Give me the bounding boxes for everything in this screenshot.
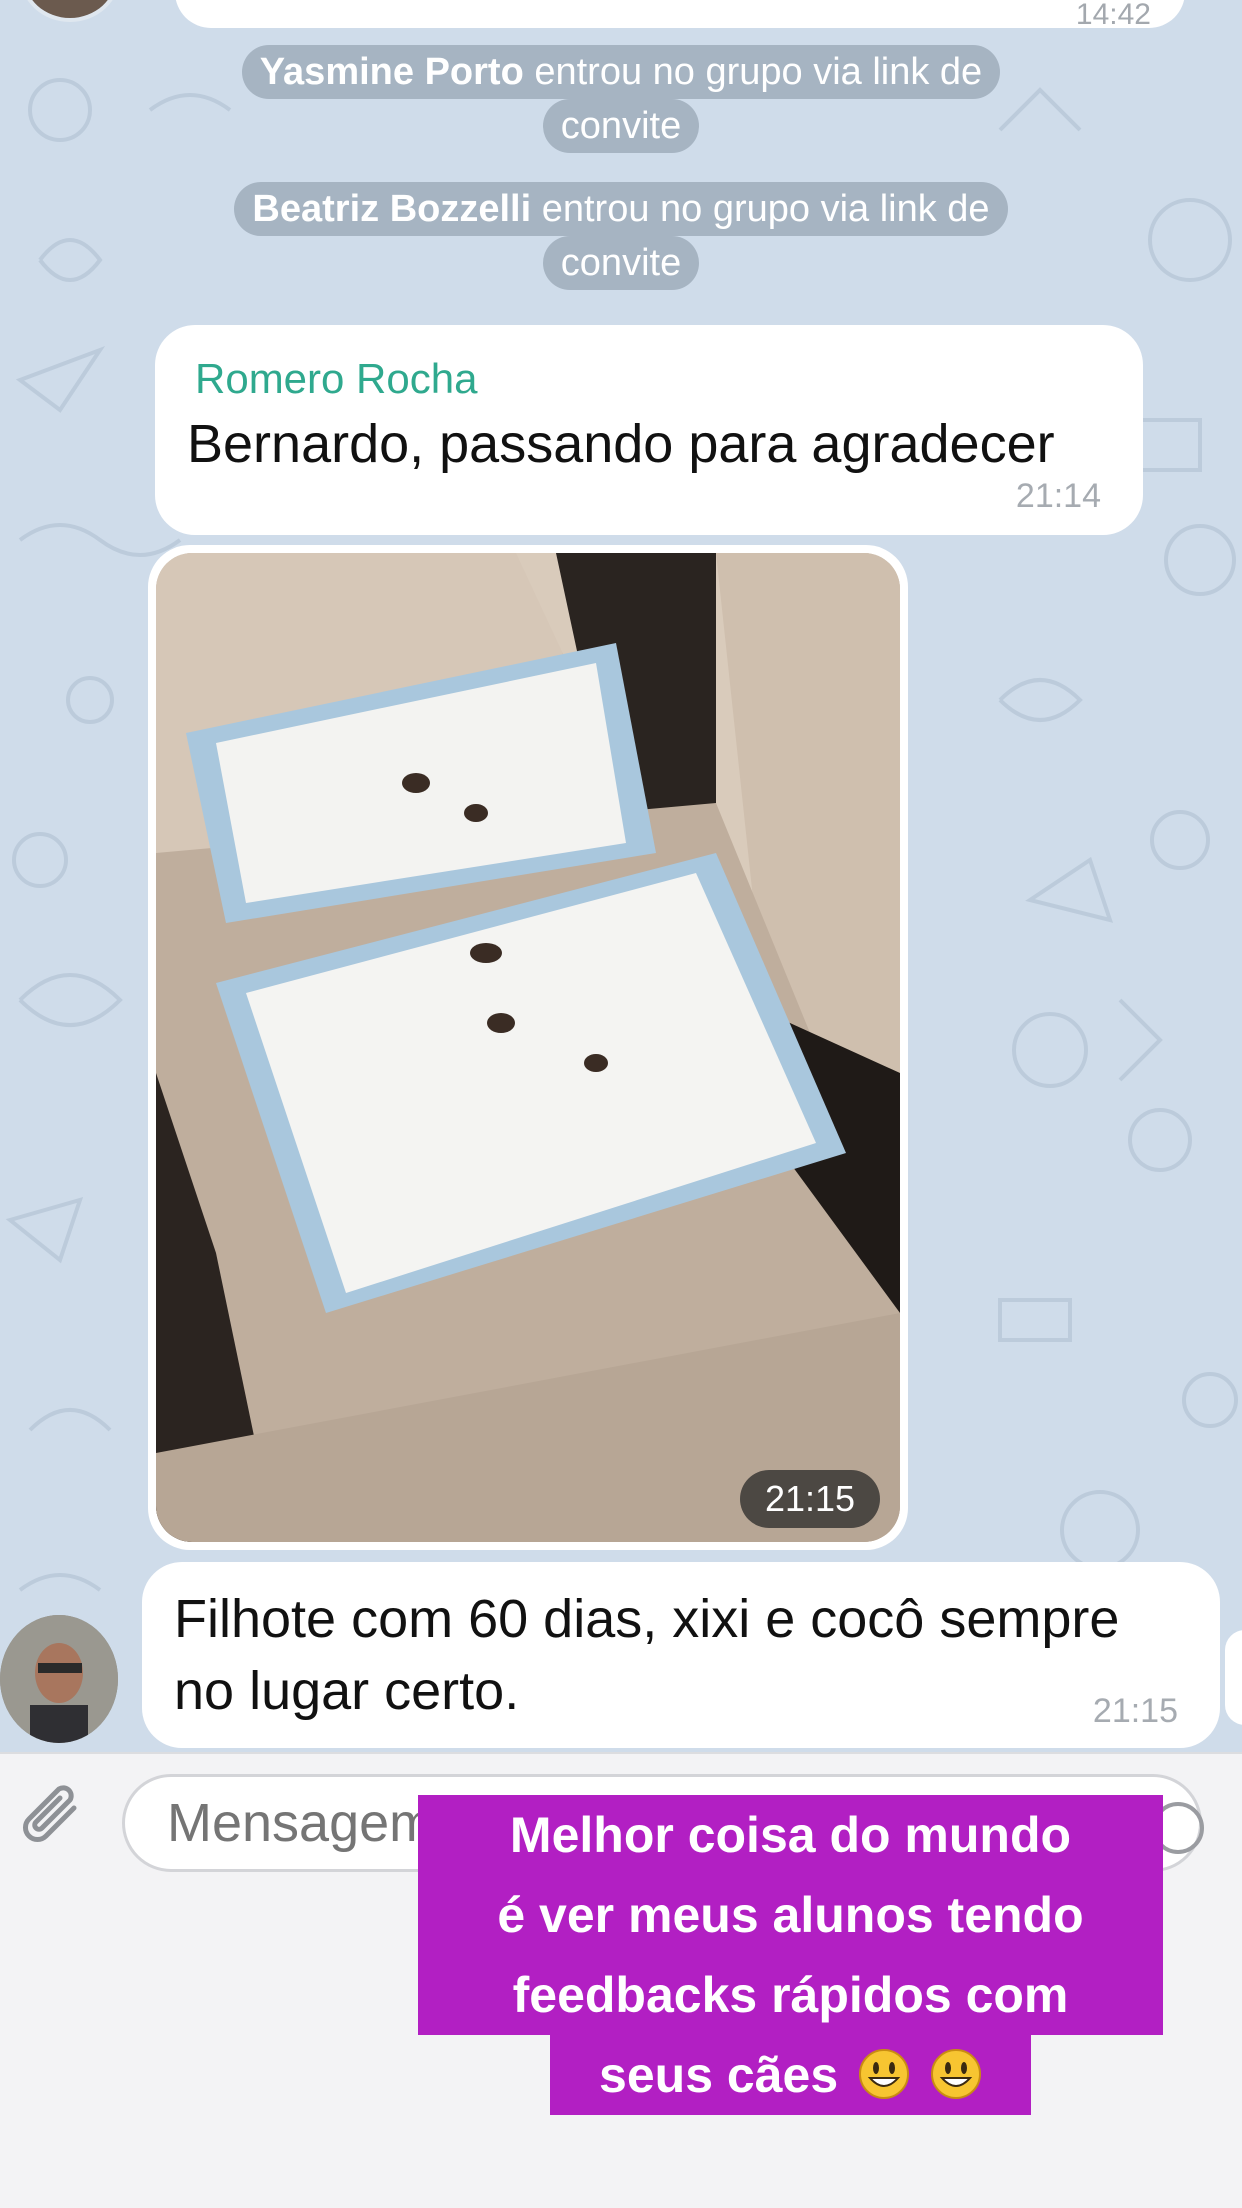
message-text-line2: no lugar certo. — [174, 1661, 520, 1721]
caption-line: feedbacks rápidos com — [418, 1955, 1163, 2035]
avatar-photo — [0, 1615, 118, 1743]
message-time: 21:14 — [1015, 477, 1101, 515]
message-bubble[interactable]: Romero Rocha Bernardo, passando para agr… — [155, 325, 1143, 535]
caption-line: Melhor coisa do mundo — [418, 1795, 1163, 1875]
sender-name[interactable]: Romero Rocha — [195, 355, 477, 403]
message-text: Filhote com 60 dias, xixi e cocô sempre — [174, 1589, 1120, 1649]
joined-user-name[interactable]: Beatriz Bozzelli — [252, 188, 531, 230]
caption-text: seus cães — [599, 2047, 839, 2103]
partial-bubble-edge — [1225, 1630, 1242, 1725]
service-message-join: Yasmine Porto entrou no grupo via link d… — [0, 45, 1242, 153]
grinning-face-emoji — [930, 2049, 981, 2099]
grinning-face-emoji — [859, 2049, 910, 2099]
partial-message-bubble[interactable]: 14:42 — [175, 0, 1185, 31]
joined-user-name[interactable]: Yasmine Porto — [260, 51, 524, 93]
message-time: 14:42 — [1075, 0, 1151, 31]
service-text-cont: convite — [542, 99, 700, 153]
sender-avatar[interactable] — [0, 1615, 118, 1743]
service-text: entrou no grupo via link de — [523, 51, 983, 93]
service-text-cont: convite — [542, 236, 700, 290]
message-text: Bernardo, passando para agradecer — [187, 414, 1055, 474]
photo-message[interactable] — [148, 545, 908, 1550]
message-bubble[interactable]: Filhote com 60 dias, xixi e cocô sempre … — [142, 1562, 1220, 1748]
chat-area[interactable]: 14:42 Yasmine Porto entrou no grupo via … — [0, 0, 1242, 1752]
photo-puppy-pads — [156, 553, 900, 1542]
service-text: entrou no grupo via link de — [531, 188, 990, 230]
service-message-join: Beatriz Bozzelli entrou no grupo via lin… — [0, 182, 1242, 290]
paperclip-icon[interactable] — [14, 1778, 92, 1856]
message-time: 21:15 — [1092, 1692, 1178, 1730]
caption-line-last: seus cães — [550, 2035, 1031, 2115]
caption-line: é ver meus alunos tendo — [418, 1875, 1163, 1955]
photo-time: 21:15 — [740, 1470, 880, 1528]
